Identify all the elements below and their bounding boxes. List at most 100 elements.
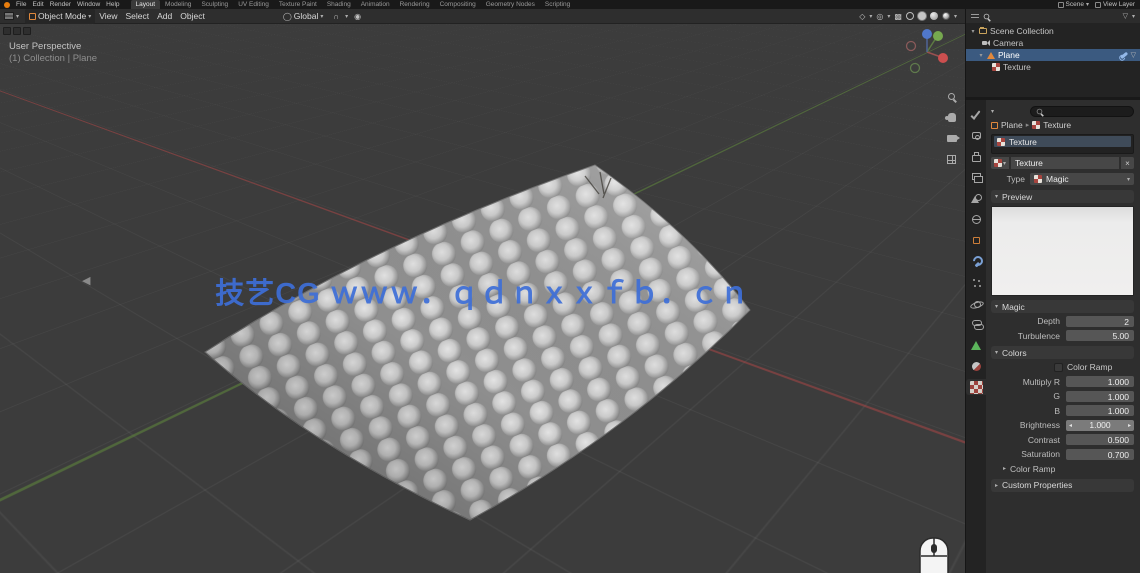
properties-tab-scene[interactable]: [966, 190, 986, 206]
pan-hand-icon[interactable]: [944, 111, 958, 124]
outliner-search-icon[interactable]: [983, 13, 990, 19]
zoom-icon[interactable]: [945, 90, 958, 103]
texture-slot-list[interactable]: Texture: [991, 134, 1134, 154]
select-box-tool-icon[interactable]: [3, 27, 11, 35]
expand-caret-icon[interactable]: ▾: [970, 28, 976, 35]
proportional-editing-icon[interactable]: ◉: [354, 12, 361, 21]
chevron-down-icon: ▾: [1085, 2, 1089, 8]
viewport-3d[interactable]: User Perspective (1) Collection | Plane …: [0, 24, 965, 573]
tab-uv-editing[interactable]: UV Editing: [233, 0, 274, 9]
overlay-options-chevron-icon[interactable]: ▾: [887, 13, 890, 20]
depth-field[interactable]: 2: [1066, 315, 1134, 327]
snap-options-chevron-icon[interactable]: ▾: [345, 13, 348, 20]
colors-panel-header[interactable]: ▾ Colors: [991, 346, 1134, 359]
perspective-toggle-icon[interactable]: [945, 153, 958, 166]
tab-animation[interactable]: Animation: [356, 0, 395, 9]
browse-texture-button[interactable]: ▾: [991, 157, 1009, 169]
cursor-tool-icon[interactable]: [13, 27, 21, 35]
shading-rendered-button[interactable]: [941, 12, 950, 20]
outliner-row-camera[interactable]: Camera: [966, 37, 1140, 49]
overlays-icon[interactable]: ◎: [876, 12, 883, 21]
saturation-field[interactable]: 0.700: [1066, 448, 1134, 460]
contrast-field[interactable]: 0.500: [1066, 434, 1134, 445]
color-ramp-subpanel[interactable]: ▸ Color Ramp: [991, 463, 1134, 475]
tab-geometry-nodes[interactable]: Geometry Nodes: [481, 0, 540, 9]
texture-type-dropdown[interactable]: Magic ▾: [1030, 173, 1134, 185]
texture-slot-row[interactable]: Texture: [994, 136, 1131, 147]
properties-tab-render[interactable]: [966, 127, 986, 143]
preview-panel-header[interactable]: ▾ Preview: [991, 190, 1134, 203]
gizmo-options-chevron-icon[interactable]: ▾: [869, 13, 872, 20]
properties-tab-physics[interactable]: [966, 295, 986, 311]
mouse-indicator-icon: [919, 537, 949, 573]
blender-logo-icon[interactable]: [4, 1, 10, 8]
multiply-b-field[interactable]: 1.000: [1066, 405, 1134, 416]
transform-orientation-dropdown[interactable]: ◯ Global ▾: [279, 9, 328, 24]
properties-tab-constraints[interactable]: [966, 316, 986, 332]
active-object-text: (1) Collection | Plane: [9, 53, 98, 64]
xray-toggle-icon[interactable]: ▩: [894, 12, 902, 21]
shading-material-button[interactable]: [929, 12, 938, 20]
tab-compositing[interactable]: Compositing: [435, 0, 481, 9]
menu-edit[interactable]: Edit: [29, 0, 46, 9]
properties-tab-material[interactable]: [966, 358, 986, 374]
field-label: G: [1053, 391, 1060, 401]
outliner-row-texture[interactable]: Texture: [966, 61, 1140, 73]
breadcrumb-object[interactable]: Plane: [1001, 120, 1023, 130]
show-gizmo-icon[interactable]: ◇: [859, 12, 865, 21]
filter-chevron-icon[interactable]: ▾: [991, 108, 994, 115]
camera-view-icon[interactable]: [945, 132, 960, 145]
caret-down-icon: ▾: [995, 350, 999, 356]
properties-tab-texture[interactable]: [966, 379, 986, 395]
properties-tab-object[interactable]: [966, 232, 986, 248]
properties-tab-tool[interactable]: [966, 106, 986, 122]
shading-options-chevron-icon[interactable]: ▾: [954, 13, 957, 20]
menu-add[interactable]: Add: [153, 9, 176, 24]
properties-tab-world[interactable]: [966, 211, 986, 227]
menu-select[interactable]: Select: [122, 9, 154, 24]
outliner-row-scene-collection[interactable]: ▾ Scene Collection: [966, 25, 1140, 37]
properties-search-input[interactable]: [1030, 105, 1134, 117]
multiply-r-field[interactable]: 1.000: [1066, 376, 1134, 387]
color-ramp-checkbox[interactable]: [1054, 362, 1063, 372]
chevron-down-icon[interactable]: ▾: [1132, 13, 1135, 20]
move-tool-icon[interactable]: [23, 27, 31, 35]
expand-caret-icon[interactable]: ▾: [978, 52, 984, 59]
outliner-row-plane[interactable]: ▾ Plane ▽: [966, 49, 1140, 61]
multiply-g-field[interactable]: 1.000: [1066, 390, 1134, 402]
editor-type-button[interactable]: ▾: [0, 9, 23, 24]
breadcrumb-texture[interactable]: Texture: [1043, 120, 1071, 130]
snap-magnet-icon[interactable]: ∩: [333, 12, 339, 21]
mode-dropdown[interactable]: Object Mode ▾: [25, 8, 96, 24]
outliner-filter-icon[interactable]: ▽: [1123, 12, 1128, 20]
unlink-button[interactable]: ×: [1121, 157, 1134, 169]
world-globe-icon: [970, 213, 983, 226]
sidebar-collapse-arrow-icon[interactable]: ◀: [82, 274, 90, 287]
brightness-field[interactable]: ◂ 1.000 ▸: [1066, 419, 1134, 431]
properties-tab-modifiers[interactable]: [966, 253, 986, 269]
menu-render[interactable]: Render: [47, 0, 74, 9]
menu-object[interactable]: Object: [176, 9, 209, 24]
texture-name-field[interactable]: Texture: [1011, 157, 1119, 169]
shading-solid-button[interactable]: [917, 12, 926, 20]
tab-rendering[interactable]: Rendering: [395, 0, 435, 9]
custom-properties-panel-header[interactable]: ▸ Custom Properties: [991, 478, 1134, 492]
increment-arrow-icon[interactable]: ▸: [1128, 422, 1131, 429]
outliner-display-mode-icon[interactable]: [971, 12, 979, 20]
navigation-gizmo[interactable]: [901, 26, 953, 78]
properties-tab-view-layer[interactable]: [966, 169, 986, 185]
scene-selector[interactable]: Scene ▾: [1057, 1, 1089, 8]
properties-tab-particles[interactable]: [966, 274, 986, 290]
turbulence-field[interactable]: 5.00: [1066, 330, 1134, 341]
properties-tab-object-data[interactable]: [966, 337, 986, 353]
menu-view[interactable]: View: [95, 9, 121, 24]
view-layer-selector[interactable]: View Layer: [1094, 1, 1135, 8]
magic-panel-header[interactable]: ▾ Magic: [991, 300, 1134, 313]
texture-icon: [997, 137, 1005, 146]
texture-icon: [1032, 121, 1041, 129]
properties-tab-output[interactable]: [966, 148, 986, 164]
contrast-row: Contrast 0.500: [991, 433, 1134, 446]
tab-scripting[interactable]: Scripting: [540, 0, 575, 9]
chevron-down-icon: ▾: [88, 13, 92, 20]
shading-wireframe-button[interactable]: [905, 12, 914, 20]
